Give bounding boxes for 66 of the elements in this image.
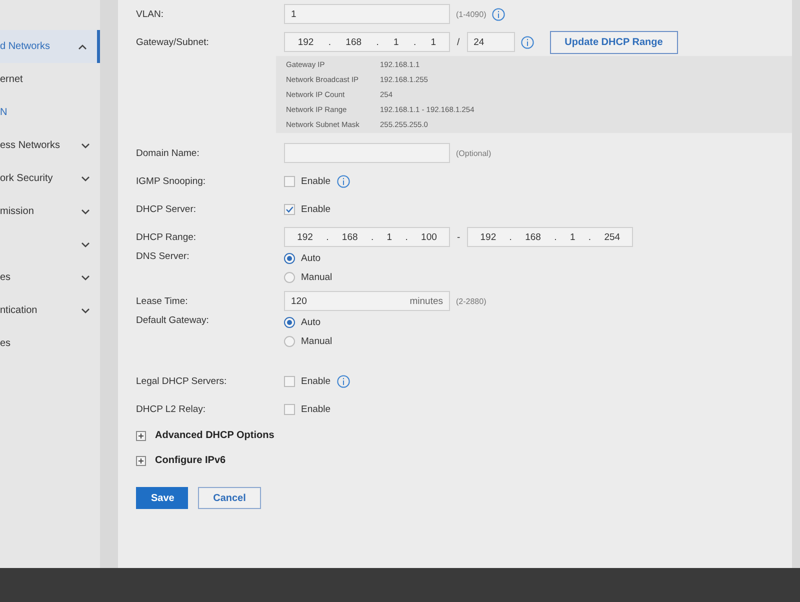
radio-label: Auto <box>301 253 321 264</box>
update-dhcp-range-button[interactable]: Update DHCP Range <box>550 30 678 54</box>
section-toggle[interactable]: Advanced DHCP Options <box>155 430 274 441</box>
sidebar-item[interactable]: ntication <box>0 294 100 327</box>
field-label: Domain Name: <box>136 148 200 158</box>
checkbox[interactable] <box>284 204 295 214</box>
field-label: Default Gateway: <box>136 315 210 326</box>
plus-icon[interactable] <box>136 430 146 440</box>
sidebar-item[interactable]: ernet <box>0 63 100 96</box>
field-hint: (1-4090) <box>456 10 486 18</box>
field-label: IGMP Snooping: <box>136 176 207 186</box>
field-label: VLAN: <box>136 8 164 20</box>
radio-button[interactable] <box>284 253 295 264</box>
sidebar-item[interactable]: ess Networks <box>0 129 100 162</box>
field-label: Legal DHCP Servers: <box>136 376 228 386</box>
radio-label: Manual <box>301 272 332 283</box>
sidebar-item[interactable]: ork Security <box>0 162 100 195</box>
ip-address-field[interactable]: 192 . 168 . 1 . 254 <box>467 227 634 247</box>
range-separator: - <box>456 232 462 242</box>
field-label: Lease Time: <box>136 296 189 306</box>
section-toggle[interactable]: Configure IPv6 <box>155 455 226 466</box>
sidebar-item[interactable]: N <box>0 96 100 129</box>
checkbox-label: Enable <box>301 204 331 214</box>
checkbox[interactable] <box>284 376 295 386</box>
chevron-icon <box>81 274 90 280</box>
checkbox[interactable] <box>284 176 295 186</box>
lease-time-field[interactable]: 120 minutes <box>284 291 450 311</box>
text-field[interactable]: 1 <box>284 4 450 24</box>
chevron-icon <box>81 142 90 148</box>
radio-button[interactable] <box>284 317 295 328</box>
info-icon[interactable] <box>336 374 350 388</box>
info-icon[interactable] <box>336 174 350 188</box>
ip-address-field[interactable]: 192 . 168 . 1 . 1 <box>284 32 450 52</box>
sidebar-item[interactable]: es <box>0 261 100 294</box>
field-label: DHCP Range: <box>136 232 198 242</box>
chevron-icon <box>78 44 87 50</box>
checkbox-label: Enable <box>301 376 331 386</box>
radio-button[interactable] <box>284 272 295 283</box>
sidebar-item[interactable]: d Networks <box>0 30 100 63</box>
chevron-icon <box>81 242 90 248</box>
text-field[interactable] <box>284 143 450 163</box>
slash-separator: / <box>456 36 461 48</box>
ip-address-field[interactable]: 192 . 168 . 1 . 100 <box>284 227 450 247</box>
checkbox-label: Enable <box>301 404 331 414</box>
checkbox[interactable] <box>284 404 295 414</box>
field-label: DHCP Server: <box>136 204 198 214</box>
save-button[interactable]: Save <box>136 487 188 509</box>
plus-icon[interactable] <box>136 456 146 466</box>
cancel-button[interactable]: Cancel <box>198 487 261 509</box>
field-label: Gateway/Subnet: <box>136 36 210 48</box>
chevron-icon <box>81 308 90 314</box>
field-hint: (2-2880) <box>456 296 486 306</box>
info-icon[interactable] <box>492 8 506 20</box>
radio-label: Manual <box>301 336 332 347</box>
chevron-icon <box>81 208 90 214</box>
checkbox-label: Enable <box>301 176 331 186</box>
radio-label: Auto <box>301 317 321 328</box>
sidebar-item[interactable]: mission <box>0 195 100 228</box>
info-icon[interactable] <box>520 36 534 48</box>
radio-button[interactable] <box>284 336 295 347</box>
field-label: DNS Server: <box>136 251 190 262</box>
sidebar-item[interactable]: es <box>0 327 100 360</box>
chevron-icon <box>81 176 90 182</box>
field-label: DHCP L2 Relay: <box>136 404 207 414</box>
field-hint: (Optional) <box>456 148 492 158</box>
prefix-field[interactable]: 24 <box>466 32 515 52</box>
